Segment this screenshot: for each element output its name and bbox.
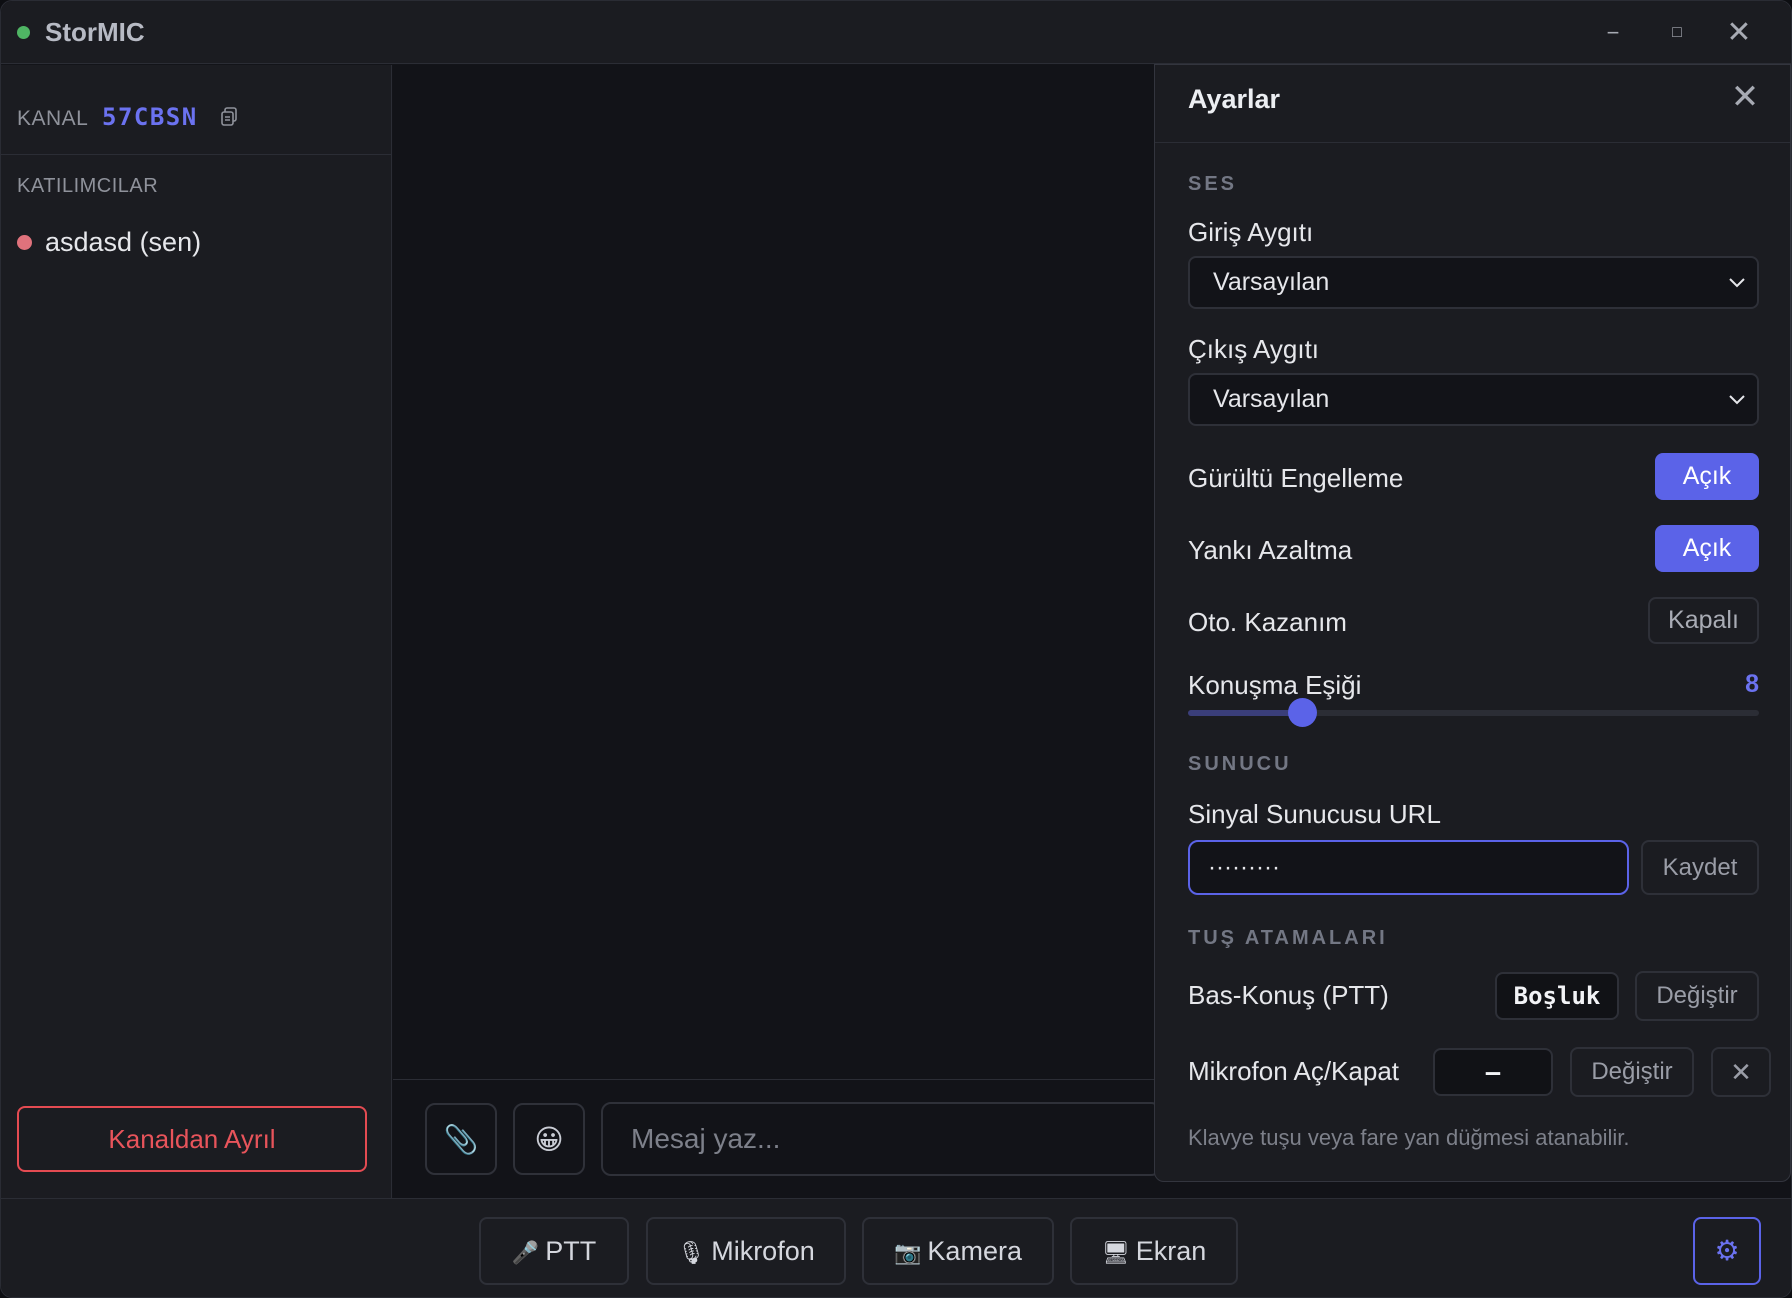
echo-cancel-label: Yankı Azaltma (1188, 535, 1353, 565)
microphone-label: Mikrofon (711, 1236, 815, 1266)
message-input[interactable] (601, 1102, 1161, 1176)
ptt-label: PTT (545, 1236, 597, 1266)
mic-toggle-key-value: – (1433, 1048, 1553, 1096)
copy-icon[interactable] (220, 107, 238, 127)
attach-button[interactable]: 📎 (425, 1103, 497, 1175)
muted-microphone-icon: 🎙 (677, 1240, 706, 1265)
minimize-button[interactable]: − (1595, 15, 1631, 51)
emoji-button[interactable]: 😀 (513, 1103, 585, 1175)
keybind-hint: Klavye tuşu veya fare yan düğmesi atanab… (1188, 1125, 1630, 1150)
title-bar[interactable]: StorMIC − □ ✕ (1, 1, 1791, 64)
microphone-icon: 🎤 (511, 1240, 540, 1265)
mic-toggle-key-label: Mikrofon Aç/Kapat (1188, 1056, 1399, 1086)
screen-share-button[interactable]: 🖥 Ekran (1070, 1217, 1238, 1285)
close-icon: ✕ (1730, 78, 1760, 116)
keybinds-section-title: TUŞ ATAMALARI (1188, 927, 1388, 949)
leave-channel-button[interactable]: Kanaldan Ayrıl (17, 1106, 367, 1172)
channel-header: KANAL 57CBSN (1, 65, 391, 155)
microphone-button[interactable]: 🎙 Mikrofon (646, 1217, 846, 1285)
participant-status-dot (17, 235, 32, 250)
server-section-title: SUNUCU (1188, 753, 1292, 775)
save-button[interactable]: Kaydet (1641, 840, 1759, 895)
settings-panel: Ayarlar ✕ SES Giriş Aygıtı Varsayılan Çı… (1154, 64, 1791, 1182)
connection-status-dot (17, 26, 30, 39)
paperclip-icon: 📎 (443, 1124, 479, 1155)
settings-header: Ayarlar ✕ (1155, 65, 1790, 143)
ptt-key-value: Boşluk (1495, 972, 1619, 1020)
control-bar: 🎤 PTT 🎙 Mikrofon 📷 Kamera 🖥 Ekran ⚙ (1, 1198, 1791, 1297)
noise-suppression-label: Gürültü Engelleme (1188, 463, 1404, 493)
participants-title: KATILIMCILAR (17, 175, 159, 197)
output-device-select[interactable]: Varsayılan (1188, 373, 1759, 426)
window-close-button[interactable]: ✕ (1721, 15, 1757, 51)
screen-label: Ekran (1135, 1236, 1207, 1266)
slider-fill (1188, 710, 1303, 716)
gear-icon: ⚙ (1714, 1235, 1740, 1266)
camera-label: Kamera (927, 1236, 1022, 1266)
echo-cancel-toggle[interactable]: Açık (1655, 525, 1759, 572)
output-device-value: Varsayılan (1213, 385, 1330, 413)
signal-url-label: Sinyal Sunucusu URL (1188, 799, 1441, 829)
speech-threshold-label: Konuşma Eşiği (1188, 670, 1362, 700)
camera-icon: 📷 (894, 1240, 922, 1265)
chevron-down-icon (1729, 278, 1745, 288)
signal-url-input[interactable] (1188, 840, 1629, 895)
camera-button[interactable]: 📷 Kamera (862, 1217, 1054, 1285)
settings-button[interactable]: ⚙ (1693, 1217, 1761, 1285)
output-device-label: Çıkış Aygıtı (1188, 334, 1320, 364)
emoji-icon: 😀 (534, 1124, 564, 1155)
ptt-button[interactable]: 🎤 PTT (479, 1217, 629, 1285)
input-device-select[interactable]: Varsayılan (1188, 256, 1759, 309)
close-icon: ✕ (1730, 1057, 1752, 1087)
speech-threshold-value: 8 (1745, 670, 1759, 698)
settings-close-button[interactable]: ✕ (1725, 77, 1765, 117)
mic-toggle-clear-button[interactable]: ✕ (1711, 1047, 1771, 1097)
mic-toggle-change-button[interactable]: Değiştir (1570, 1047, 1694, 1097)
chevron-down-icon (1729, 395, 1745, 405)
ptt-key-label: Bas-Konuş (PTT) (1188, 980, 1389, 1010)
channel-label: KANAL (17, 107, 89, 130)
maximize-button[interactable]: □ (1659, 15, 1695, 51)
input-device-label: Giriş Aygıtı (1188, 217, 1314, 247)
input-device-value: Varsayılan (1213, 268, 1330, 296)
sidebar: KANAL 57CBSN KATILIMCILAR asdasd (sen) K… (1, 65, 392, 1198)
speech-threshold-slider[interactable] (1188, 698, 1759, 727)
noise-suppression-toggle[interactable]: Açık (1655, 453, 1759, 500)
slider-thumb[interactable] (1287, 698, 1317, 727)
auto-gain-label: Oto. Kazanım (1188, 607, 1347, 637)
auto-gain-toggle[interactable]: Kapalı (1648, 597, 1759, 644)
app-title: StorMIC (45, 17, 145, 47)
monitor-icon: 🖥 (1101, 1240, 1130, 1265)
participant-name: asdasd (sen) (45, 227, 202, 257)
channel-code[interactable]: 57CBSN (102, 103, 198, 131)
ptt-change-button[interactable]: Değiştir (1635, 971, 1759, 1021)
app-window: StorMIC − □ ✕ KANAL 57CBSN KATILIMCILAR … (0, 0, 1792, 1298)
audio-section-title: SES (1188, 173, 1238, 195)
settings-title: Ayarlar (1188, 84, 1281, 114)
